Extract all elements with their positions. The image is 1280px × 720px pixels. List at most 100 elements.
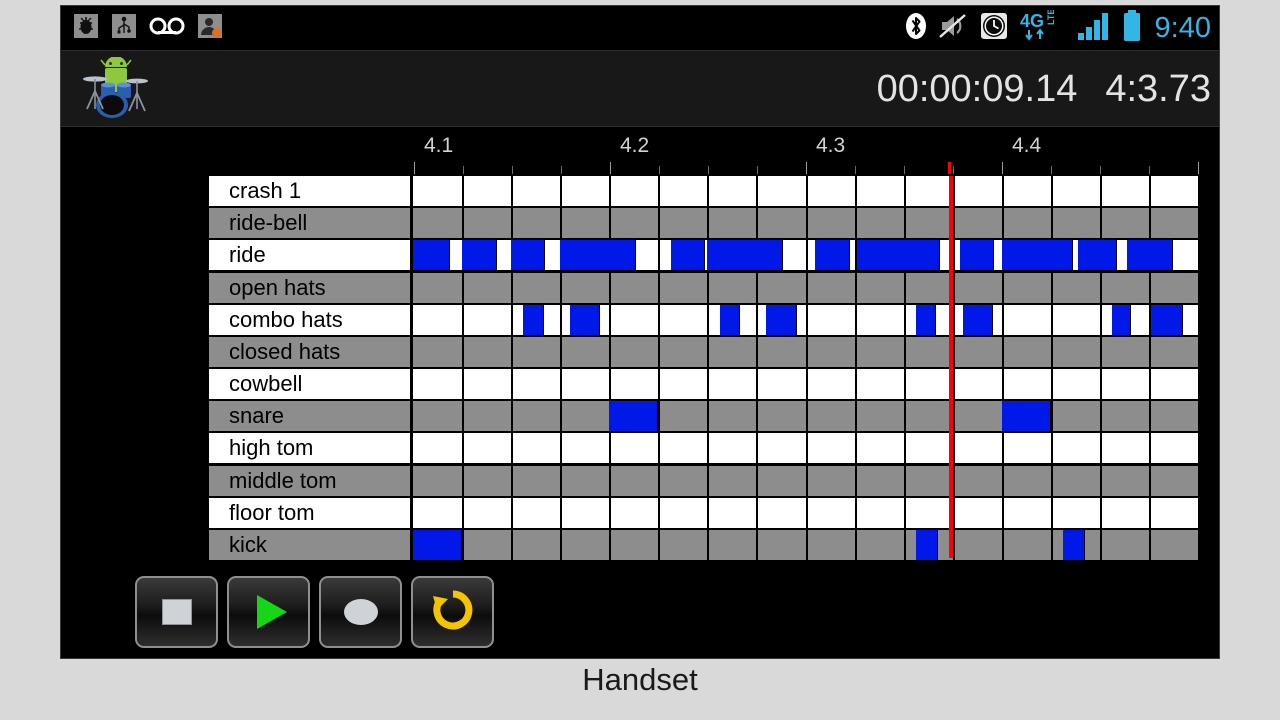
grid-column-line — [1148, 433, 1151, 464]
grid-column-line — [462, 369, 465, 400]
grid-column-line — [609, 433, 612, 464]
ruler-tick — [953, 166, 954, 174]
loop-button[interactable] — [411, 576, 494, 648]
note-block[interactable] — [962, 304, 993, 335]
play-button[interactable] — [227, 576, 310, 648]
note-block[interactable] — [670, 240, 705, 271]
grid-column-line — [1099, 304, 1102, 335]
track-row[interactable]: cowbell — [209, 369, 1198, 402]
note-block[interactable] — [1077, 240, 1118, 271]
note-block[interactable] — [1063, 529, 1086, 560]
track-name-floor-tom[interactable]: floor tom — [209, 497, 413, 528]
note-block[interactable] — [857, 240, 941, 271]
note-block[interactable] — [570, 304, 601, 335]
ruler-tick — [855, 166, 856, 174]
track-row[interactable]: high tom — [209, 433, 1198, 466]
note-block[interactable] — [511, 240, 546, 271]
track-name-closed-hats[interactable]: closed hats — [209, 336, 413, 367]
track-steps[interactable] — [413, 401, 1198, 432]
track-row[interactable]: middle tom — [209, 465, 1198, 498]
track-name-cowbell[interactable]: cowbell — [209, 369, 413, 400]
step-sequencer-grid[interactable]: crash 1 ride-bell ride open hats combo hats c… — [207, 174, 1200, 562]
track-steps[interactable] — [413, 304, 1198, 335]
track-row[interactable]: floor tom — [209, 497, 1198, 530]
grid-column-line — [854, 304, 857, 335]
note-block[interactable] — [1001, 401, 1051, 432]
track-name-combo-hats[interactable]: combo hats — [209, 304, 413, 335]
ruler-label-4-2: 4.2 — [620, 134, 650, 157]
track-name-open-hats[interactable]: open hats — [209, 272, 413, 303]
grid-column-line — [462, 401, 465, 432]
track-row[interactable]: combo hats — [209, 304, 1198, 337]
grid-column-line — [1050, 465, 1053, 496]
grid-column-line — [658, 272, 661, 303]
track-row[interactable]: open hats — [209, 272, 1198, 305]
track-steps[interactable] — [413, 465, 1198, 496]
note-block[interactable] — [413, 240, 450, 271]
track-row[interactable]: kick — [209, 529, 1198, 562]
android-drumkit-logo-icon[interactable] — [79, 56, 153, 121]
track-name-snare[interactable]: snare — [209, 401, 413, 432]
grid-column-line — [511, 465, 514, 496]
voicemail-icon — [149, 14, 185, 43]
track-name-ride[interactable]: ride — [209, 240, 413, 271]
track-row[interactable]: crash 1 — [209, 176, 1198, 209]
track-row[interactable]: ride-bell — [209, 208, 1198, 241]
record-button[interactable] — [319, 576, 402, 648]
grid-column-line — [658, 529, 661, 560]
grid-column-line — [707, 369, 710, 400]
grid-column-line — [1099, 529, 1102, 560]
grid-column-line — [903, 465, 906, 496]
grid-column-line — [560, 336, 563, 367]
grid-column-line — [756, 401, 759, 432]
track-steps[interactable] — [413, 208, 1198, 239]
track-steps[interactable] — [413, 336, 1198, 367]
note-block[interactable] — [960, 240, 995, 271]
network-4g-lte-icon: 4G LTE — [1020, 9, 1066, 47]
note-block[interactable] — [915, 304, 937, 335]
note-block[interactable] — [1151, 304, 1184, 335]
stop-button[interactable] — [135, 576, 218, 648]
track-row[interactable]: snare — [209, 401, 1198, 434]
track-steps[interactable] — [413, 433, 1198, 464]
grid-column-line — [805, 176, 808, 207]
grid-column-line — [609, 529, 612, 560]
timeline-ruler[interactable]: 4.1 4.2 4.3 4.4 — [61, 127, 1219, 174]
note-block[interactable] — [560, 240, 637, 271]
track-name-high-tom[interactable]: high tom — [209, 433, 413, 464]
grid-column-line — [511, 401, 514, 432]
track-row[interactable]: closed hats — [209, 336, 1198, 369]
grid-column-line — [658, 433, 661, 464]
track-name-ride-bell[interactable]: ride-bell — [209, 208, 413, 239]
track-name-kick[interactable]: kick — [209, 529, 413, 560]
note-block[interactable] — [1112, 304, 1131, 335]
track-steps[interactable] — [413, 369, 1198, 400]
note-block[interactable] — [707, 240, 784, 271]
note-block[interactable] — [523, 304, 544, 335]
ruler-label-4-4: 4.4 — [1012, 134, 1042, 157]
track-name-middle-tom[interactable]: middle tom — [209, 465, 413, 496]
grid-column-line — [805, 529, 808, 560]
track-steps[interactable] — [413, 240, 1198, 271]
note-block[interactable] — [719, 304, 741, 335]
note-block[interactable] — [413, 529, 463, 560]
track-steps[interactable] — [413, 176, 1198, 207]
grid-column-line — [658, 304, 661, 335]
note-block[interactable] — [915, 529, 938, 560]
grid-column-line — [805, 497, 808, 528]
track-row[interactable]: ride — [209, 240, 1198, 273]
note-block[interactable] — [1126, 240, 1174, 271]
note-block[interactable] — [462, 240, 498, 271]
note-block[interactable] — [815, 240, 850, 271]
grid-column-line — [952, 465, 955, 496]
ruler-tick — [1149, 166, 1150, 174]
note-block[interactable] — [766, 304, 797, 335]
track-steps[interactable] — [413, 497, 1198, 528]
note-block[interactable] — [609, 401, 659, 432]
grid-column-line — [952, 208, 955, 239]
track-steps[interactable] — [413, 529, 1198, 560]
track-name-crash-1[interactable]: crash 1 — [209, 176, 413, 207]
track-steps[interactable] — [413, 272, 1198, 303]
note-block[interactable] — [1001, 240, 1073, 271]
ruler-tick — [561, 166, 562, 174]
